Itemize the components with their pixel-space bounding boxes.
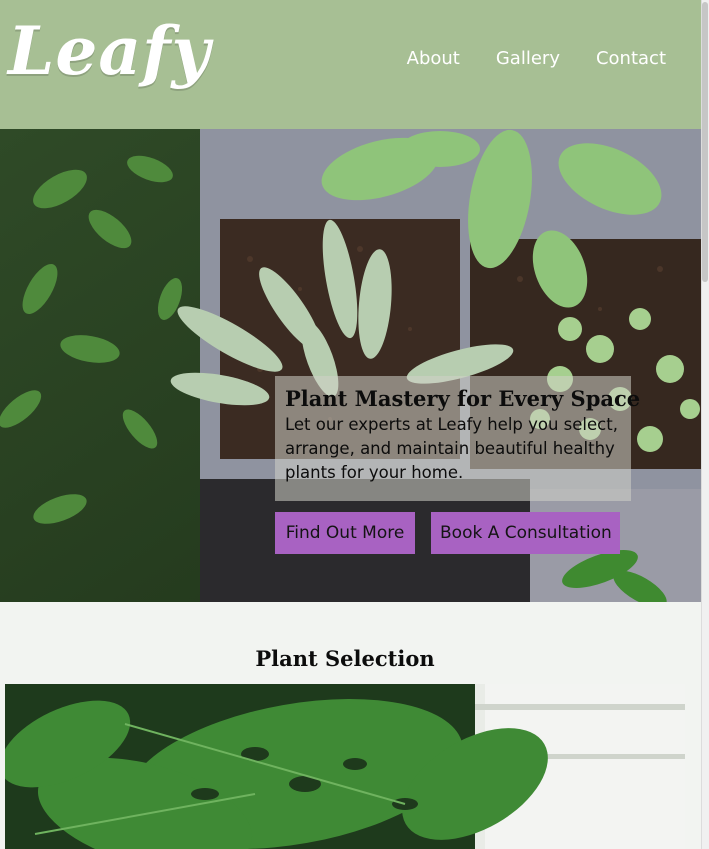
scrollbar-thumb[interactable] [702, 2, 708, 282]
plant-selection-title: Plant Selection [255, 646, 435, 671]
hero-card: Plant Mastery for Every Space Let our ex… [275, 376, 641, 501]
find-out-more-button[interactable]: Find Out More [275, 512, 415, 554]
nav-link-contact[interactable]: Contact [596, 48, 666, 69]
hero-section: Plant Mastery for Every Space Let our ex… [0, 129, 701, 602]
page-scrollbar[interactable] [701, 0, 709, 849]
hero-description: Let our experts at Leafy help you select… [285, 415, 618, 482]
nav-link-gallery[interactable]: Gallery [496, 48, 560, 69]
main-nav: About Gallery Contact [407, 48, 666, 69]
site-logo[interactable]: Leafy [8, 18, 211, 84]
plant-selection-image [5, 684, 685, 849]
site-header: Leafy About Gallery Contact [0, 0, 701, 129]
book-consultation-button[interactable]: Book A Consultation [431, 512, 620, 554]
hero-title: Plant Mastery for Every Space [285, 386, 641, 411]
nav-link-about[interactable]: About [407, 48, 460, 69]
